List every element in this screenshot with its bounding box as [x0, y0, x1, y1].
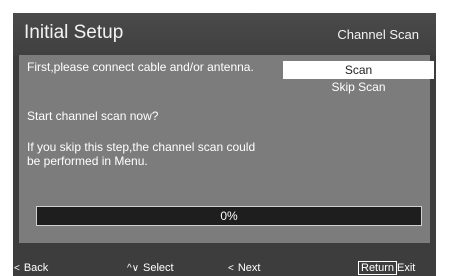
- next-label: Next: [237, 262, 261, 274]
- progress-label: 0%: [220, 209, 238, 223]
- scan-question: Start channel scan now?: [27, 109, 159, 123]
- next-hint[interactable]: < Next: [228, 261, 260, 276]
- exit-hint[interactable]: Return Exit: [358, 261, 415, 275]
- scan-option[interactable]: Scan: [283, 61, 434, 79]
- connect-message: First,please connect cable and/or antenn…: [27, 60, 254, 74]
- header-bar: Initial Setup Channel Scan: [13, 13, 436, 56]
- back-hint[interactable]: < Back: [14, 261, 48, 276]
- chevron-left-icon: <: [228, 263, 234, 274]
- page-title: Initial Setup: [24, 22, 124, 43]
- skip-scan-option[interactable]: Skip Scan: [283, 78, 434, 96]
- select-label: Select: [143, 262, 174, 274]
- up-down-arrows-icon: ^∨: [127, 263, 140, 274]
- dialog-panel: First,please connect cable and/or antenn…: [19, 55, 434, 243]
- section-title: Channel Scan: [337, 27, 419, 42]
- button-hint-bar: < Back ^∨ Select < Next Return Exit: [13, 258, 436, 276]
- exit-label: Exit: [397, 262, 416, 274]
- return-key-badge: Return: [358, 261, 398, 275]
- chevron-left-icon: <: [14, 263, 20, 274]
- back-label: Back: [23, 262, 49, 274]
- setup-screen: Initial Setup Channel Scan First,please …: [13, 13, 436, 276]
- skip-note: If you skip this step,the channel scan c…: [27, 140, 256, 168]
- scan-progress-bar: 0%: [36, 206, 422, 226]
- select-hint[interactable]: ^∨ Select: [127, 261, 174, 276]
